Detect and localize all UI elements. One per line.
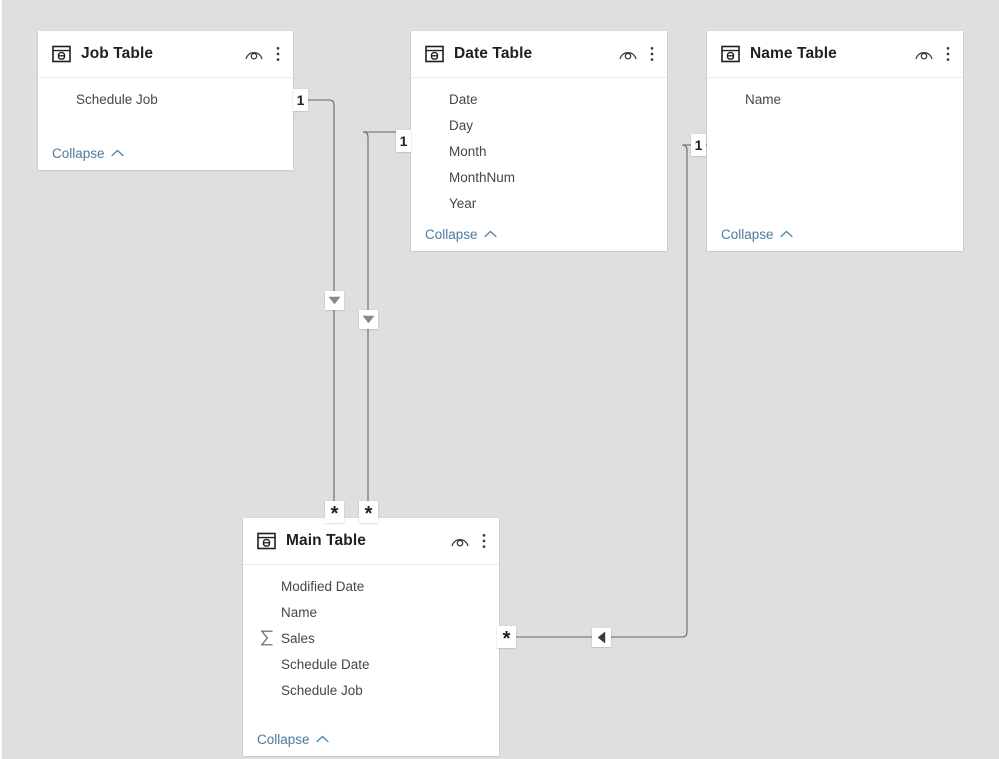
- sigma-icon: [253, 630, 281, 646]
- table-icon: [721, 45, 750, 63]
- cardinality-one-badge[interactable]: 1: [396, 130, 411, 152]
- kebab-menu-icon[interactable]: [478, 533, 490, 549]
- kebab-menu-icon[interactable]: [646, 46, 658, 62]
- table-header-actions: [245, 46, 284, 62]
- cardinality-one-badge[interactable]: 1: [691, 134, 706, 156]
- chevron-up-icon: [779, 230, 793, 238]
- cardinality-many-badge[interactable]: *: [497, 626, 516, 649]
- eye-icon[interactable]: [915, 47, 933, 61]
- eye-icon[interactable]: [619, 47, 637, 61]
- table-field-list: Date Day Month MonthNum Year: [411, 78, 667, 217]
- table-field-row[interactable]: Name: [243, 599, 499, 625]
- table-field-row[interactable]: Schedule Date: [243, 651, 499, 677]
- canvas-left-edge: [0, 0, 2, 759]
- field-name: Day: [449, 117, 474, 133]
- cardinality-one-badge[interactable]: 1: [293, 89, 308, 111]
- collapse-button[interactable]: Collapse: [721, 227, 793, 242]
- field-name: Schedule Job: [76, 91, 158, 107]
- field-name: Name: [281, 604, 318, 620]
- model-view-canvas[interactable]: Job Table Schedule Job Collapse Date Table D…: [0, 0, 999, 759]
- field-name: Year: [449, 195, 477, 211]
- cardinality-many-badge[interactable]: *: [325, 501, 344, 524]
- table-card-name-table[interactable]: Name Table Name Collapse: [707, 31, 963, 251]
- collapse-button[interactable]: Collapse: [257, 732, 329, 747]
- table-field-row[interactable]: Name: [707, 86, 963, 112]
- eye-icon[interactable]: [451, 534, 469, 548]
- field-name: Name: [745, 91, 782, 107]
- table-icon: [425, 45, 454, 63]
- table-card-date-table[interactable]: Date Table Date Day Month MonthNum Year Collap…: [411, 31, 667, 251]
- table-field-row[interactable]: Schedule Job: [38, 86, 293, 112]
- table-field-row[interactable]: Modified Date: [243, 573, 499, 599]
- table-field-row[interactable]: Month: [411, 138, 667, 164]
- table-header[interactable]: Main Table: [243, 518, 499, 565]
- field-name: Schedule Job: [281, 682, 363, 698]
- chevron-up-icon: [483, 230, 497, 238]
- chevron-up-icon: [110, 149, 124, 157]
- table-header[interactable]: Job Table: [38, 31, 293, 78]
- table-footer: Collapse: [411, 217, 667, 251]
- field-name: Sales: [281, 630, 315, 646]
- table-field-row[interactable]: Schedule Job: [243, 677, 499, 703]
- table-field-row[interactable]: Sales: [243, 625, 499, 651]
- chevron-up-icon: [315, 735, 329, 743]
- cross-filter-triangle-down-icon[interactable]: [325, 291, 344, 310]
- table-header-actions: [915, 46, 954, 62]
- table-card-main-table[interactable]: Main Table Modified Date Name Sales Schedule…: [243, 518, 499, 756]
- table-title: Date Table: [454, 45, 533, 62]
- table-icon: [52, 45, 81, 63]
- field-name: Month: [449, 143, 487, 159]
- table-field-row[interactable]: Day: [411, 112, 667, 138]
- cardinality-many-badge[interactable]: *: [359, 501, 378, 524]
- table-field-row[interactable]: MonthNum: [411, 164, 667, 190]
- table-field-row[interactable]: Year: [411, 190, 667, 216]
- field-name: Schedule Date: [281, 656, 370, 672]
- collapse-label: Collapse: [52, 145, 105, 161]
- table-footer: Collapse: [707, 217, 963, 251]
- table-field-list: Name: [707, 78, 963, 217]
- table-title: Main Table: [286, 532, 366, 549]
- cross-filter-triangle-down-icon[interactable]: [359, 310, 378, 329]
- table-header-actions: [451, 533, 490, 549]
- table-footer: Collapse: [243, 722, 499, 756]
- field-name: MonthNum: [449, 169, 516, 185]
- collapse-label: Collapse: [721, 226, 774, 242]
- field-name: Date: [449, 91, 478, 107]
- collapse-button[interactable]: Collapse: [425, 227, 497, 242]
- cross-filter-triangle-left-icon[interactable]: [592, 628, 611, 647]
- table-header-actions: [619, 46, 658, 62]
- table-title: Name Table: [750, 45, 837, 62]
- table-title: Job Table: [81, 45, 154, 62]
- table-header[interactable]: Name Table: [707, 31, 963, 78]
- table-footer: Collapse: [38, 136, 293, 170]
- collapse-label: Collapse: [257, 731, 310, 747]
- kebab-menu-icon[interactable]: [942, 46, 954, 62]
- table-field-row[interactable]: Date: [411, 86, 667, 112]
- table-field-list: Schedule Job: [38, 78, 293, 136]
- collapse-label: Collapse: [425, 226, 478, 242]
- collapse-button[interactable]: Collapse: [52, 146, 124, 161]
- field-name: Modified Date: [281, 578, 365, 594]
- table-field-list: Modified Date Name Sales Schedule Date Sched…: [243, 565, 499, 722]
- table-icon: [257, 532, 286, 550]
- kebab-menu-icon[interactable]: [272, 46, 284, 62]
- eye-icon[interactable]: [245, 47, 263, 61]
- table-header[interactable]: Date Table: [411, 31, 667, 78]
- table-card-job-table[interactable]: Job Table Schedule Job Collapse: [38, 31, 293, 170]
